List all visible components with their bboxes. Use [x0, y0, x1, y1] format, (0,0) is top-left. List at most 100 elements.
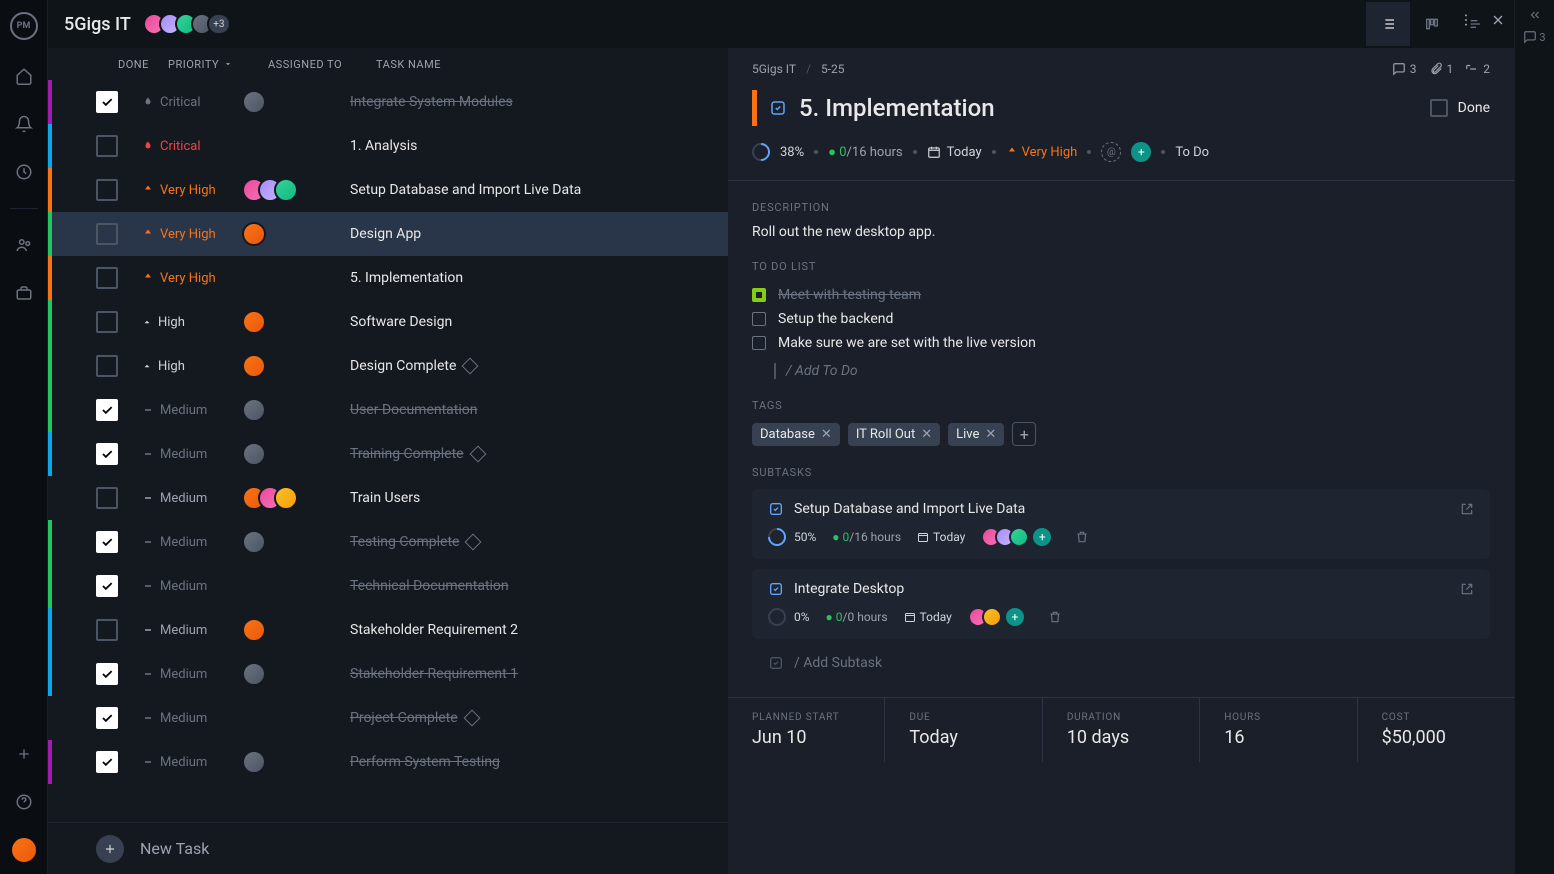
todo-checkbox[interactable]: [752, 288, 766, 302]
tag[interactable]: Live✕: [948, 423, 1004, 446]
col-done[interactable]: DONE: [118, 58, 168, 71]
task-title[interactable]: 5. Implementation: [799, 94, 995, 122]
task-row[interactable]: Critical Integrate System Modules: [48, 80, 728, 124]
add-icon[interactable]: [12, 742, 36, 766]
task-name-cell[interactable]: User Documentation: [350, 402, 720, 418]
assignee-cell[interactable]: [242, 750, 350, 774]
description-text[interactable]: Roll out the new desktop app.: [752, 224, 1490, 240]
collapse-icon[interactable]: [1528, 8, 1542, 22]
add-assignee-button[interactable]: +: [1033, 528, 1051, 546]
open-subtask-icon[interactable]: [1460, 582, 1474, 596]
progress-pct[interactable]: 38%: [780, 145, 804, 160]
assignee-cell[interactable]: [242, 310, 350, 334]
attachments-count[interactable]: 1: [1429, 62, 1454, 76]
remove-tag-icon[interactable]: ✕: [985, 427, 996, 442]
task-name-cell[interactable]: Perform System Testing: [350, 754, 720, 770]
done-checkbox[interactable]: [96, 135, 118, 157]
done-checkbox[interactable]: [96, 179, 118, 201]
tag[interactable]: IT Roll Out✕: [848, 423, 940, 446]
home-icon[interactable]: [12, 64, 36, 88]
priority-cell[interactable]: High: [142, 315, 242, 330]
task-row[interactable]: Medium User Documentation: [48, 388, 728, 432]
assignee-cell[interactable]: [242, 398, 350, 422]
task-name-cell[interactable]: Train Users: [350, 490, 720, 506]
hours-cell[interactable]: HOURS16: [1200, 698, 1357, 762]
assignee-cell[interactable]: [242, 178, 350, 202]
assignee-cell[interactable]: [242, 442, 350, 466]
done-checkbox[interactable]: [1430, 99, 1448, 117]
task-name-cell[interactable]: 1. Analysis: [350, 138, 720, 154]
crumb-task-id[interactable]: 5-25: [821, 62, 845, 76]
done-checkbox[interactable]: [96, 487, 118, 509]
todo-item[interactable]: Setup the backend: [752, 307, 1490, 331]
col-priority[interactable]: PRIORITY: [168, 58, 268, 71]
task-row[interactable]: Medium Training Complete: [48, 432, 728, 476]
priority-cell[interactable]: Critical: [142, 95, 242, 110]
list-view-tab[interactable]: [1366, 2, 1410, 46]
done-checkbox[interactable]: [96, 619, 118, 641]
assignee-cell[interactable]: [242, 90, 350, 114]
new-task-row[interactable]: New Task: [48, 822, 728, 874]
add-todo-input[interactable]: / Add To Do: [752, 363, 1490, 379]
duration-cell[interactable]: DURATION10 days: [1043, 698, 1200, 762]
project-members[interactable]: +3: [143, 13, 231, 35]
task-name-cell[interactable]: Design App: [350, 226, 720, 242]
priority-cell[interactable]: Medium: [142, 535, 242, 550]
done-checkbox[interactable]: [96, 575, 118, 597]
task-row[interactable]: Medium Testing Complete: [48, 520, 728, 564]
task-row[interactable]: Medium Technical Documentation: [48, 564, 728, 608]
delete-subtask-icon[interactable]: [1048, 610, 1062, 624]
assignee-placeholder-icon[interactable]: @: [1101, 142, 1121, 162]
task-name-cell[interactable]: Stakeholder Requirement 1: [350, 666, 720, 682]
done-checkbox[interactable]: [96, 531, 118, 553]
crumb-project[interactable]: 5Gigs IT: [752, 62, 796, 76]
app-logo-icon[interactable]: PM: [10, 12, 38, 40]
subtasks-count[interactable]: 2: [1465, 62, 1490, 76]
priority-cell[interactable]: Medium: [142, 667, 242, 682]
task-name-cell[interactable]: Project Complete: [350, 710, 720, 726]
remove-tag-icon[interactable]: ✕: [821, 427, 832, 442]
priority-cell[interactable]: Very High: [142, 227, 242, 242]
done-checkbox[interactable]: [96, 751, 118, 773]
done-checkbox[interactable]: [96, 707, 118, 729]
priority-cell[interactable]: Medium: [142, 579, 242, 594]
briefcase-icon[interactable]: [12, 281, 36, 305]
task-row[interactable]: Medium Perform System Testing: [48, 740, 728, 784]
task-name-cell[interactable]: Setup Database and Import Live Data: [350, 182, 720, 198]
add-assignee-button[interactable]: +: [1131, 142, 1151, 162]
priority-cell[interactable]: Very High: [142, 271, 242, 286]
add-subtask-input[interactable]: / Add Subtask: [752, 649, 1490, 677]
done-checkbox[interactable]: [96, 91, 118, 113]
add-assignee-button[interactable]: +: [1006, 608, 1024, 626]
todo-checkbox[interactable]: [752, 336, 766, 350]
subtask-card[interactable]: Setup Database and Import Live Data 50% …: [752, 489, 1490, 559]
col-task[interactable]: TASK NAME: [376, 58, 720, 71]
task-name-cell[interactable]: Training Complete: [350, 446, 720, 462]
task-name-cell[interactable]: Technical Documentation: [350, 578, 720, 594]
comments-panel-toggle[interactable]: 3: [1523, 30, 1545, 44]
task-row[interactable]: Critical 1. Analysis: [48, 124, 728, 168]
priority-cell[interactable]: Very High: [142, 183, 242, 198]
team-icon[interactable]: [12, 233, 36, 257]
status-label[interactable]: To Do: [1175, 145, 1209, 160]
comments-count[interactable]: 3: [1392, 62, 1417, 76]
user-avatar[interactable]: [12, 838, 36, 862]
help-icon[interactable]: [12, 790, 36, 814]
task-row[interactable]: Very High Design App: [48, 212, 728, 256]
col-assigned[interactable]: ASSIGNED TO: [268, 58, 376, 71]
done-checkbox[interactable]: [96, 399, 118, 421]
todo-checkbox[interactable]: [752, 312, 766, 326]
done-checkbox[interactable]: [96, 311, 118, 333]
task-name-cell[interactable]: Testing Complete: [350, 534, 720, 550]
close-icon[interactable]: [1490, 12, 1506, 28]
done-checkbox[interactable]: [96, 355, 118, 377]
clock-icon[interactable]: [12, 160, 36, 184]
tag[interactable]: Database✕: [752, 423, 840, 446]
assignee-cell[interactable]: [242, 354, 350, 378]
done-checkbox[interactable]: [96, 223, 118, 245]
done-toggle[interactable]: Done: [1430, 99, 1490, 117]
task-name-cell[interactable]: Stakeholder Requirement 2: [350, 622, 720, 638]
assignee-cell[interactable]: [242, 662, 350, 686]
priority-cell[interactable]: Critical: [142, 139, 242, 154]
task-row[interactable]: Medium Train Users: [48, 476, 728, 520]
